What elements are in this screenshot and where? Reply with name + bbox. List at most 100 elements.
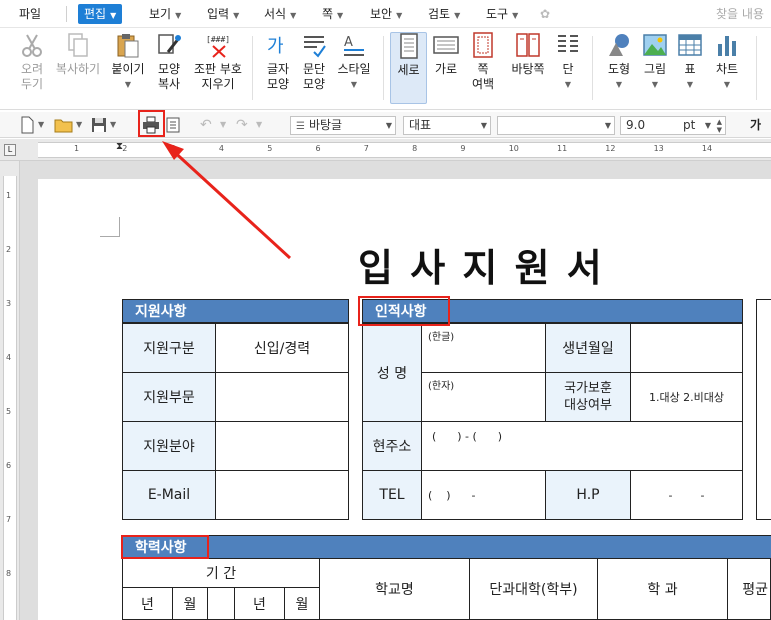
font-face-select[interactable]: 대표 ▼ (403, 116, 491, 135)
portrait-button[interactable]: 세로 (390, 32, 427, 104)
menu-page-label: 쪽 (322, 7, 334, 21)
char-shape-button[interactable]: 가 글자 모양 (262, 32, 294, 92)
chevron-down-icon: ▼ (350, 80, 358, 89)
chevron-down-icon[interactable]: ▼ (220, 116, 228, 134)
apply-field-value[interactable] (215, 421, 349, 471)
chevron-down-icon: ▼ (454, 11, 461, 20)
tab-type-icon[interactable]: L (4, 144, 16, 156)
preview-icon[interactable] (166, 116, 180, 134)
email-label: E-Mail (122, 470, 216, 520)
menu-tools[interactable]: 도구 ▼ (486, 4, 518, 24)
ruler-number: 2 (122, 144, 128, 153)
font-unit-label: pt (683, 118, 696, 132)
apply-field-label: 지원분야 (122, 421, 216, 471)
paragraph-icon (301, 32, 327, 58)
font-name-select[interactable]: ▼ (497, 116, 615, 135)
hp-value[interactable]: - - (630, 470, 743, 520)
ruler-number: 14 (701, 144, 713, 153)
chart-icon (714, 32, 740, 58)
chevron-down-icon[interactable]: ▼ (256, 116, 264, 134)
style-select[interactable]: ☰ 바탕글 ▼ (290, 116, 396, 135)
ruler-number: 5 (267, 144, 273, 153)
horizontal-ruler[interactable]: L ⧗ 1 2 3 4 5 6 7 8 9 10 11 12 13 14 (0, 139, 771, 161)
menu-security[interactable]: 보안 ▼ (370, 4, 402, 24)
photo-box[interactable] (756, 299, 771, 520)
page-margin-button[interactable]: 쪽 여백 (466, 32, 500, 92)
menu-insert[interactable]: 입력 ▼ (207, 4, 239, 24)
tel-label: TEL (362, 470, 422, 520)
search-input[interactable]: 찾을 내용 (716, 5, 764, 22)
master-page-button[interactable]: 바탕쪽 (506, 32, 550, 77)
redo-icon[interactable]: ↷ (236, 116, 254, 134)
chart-label: 차트 (715, 62, 739, 76)
para-shape-button[interactable]: 문단 모양 (298, 32, 330, 92)
columns-label: 단 (562, 62, 574, 76)
print-highlight-box (138, 110, 165, 137)
style-button[interactable]: A 스타일 ▼ (334, 32, 374, 92)
columns-button[interactable]: 단 ▼ (553, 32, 583, 92)
ruler-number: 12 (605, 144, 616, 153)
apply-type-value[interactable]: 신입/경력 (215, 323, 349, 373)
chevron-down-icon[interactable]: ▼ (38, 116, 46, 134)
menu-format[interactable]: 서식 ▼ (264, 4, 296, 24)
menu-file[interactable]: 파일 (19, 4, 41, 24)
email-value[interactable] (215, 470, 349, 520)
chevron-down-icon: ▼ (686, 80, 694, 89)
paste-button[interactable]: 붙이기 ▼ (108, 32, 148, 92)
address-value[interactable]: ( ) - ( ) (421, 421, 743, 471)
birth-value[interactable] (630, 323, 743, 373)
quick-toolbar: ▼ ▼ ▼ ↶ ▼ ↷ ▼ ☰ 바탕글 ▼ 대표 ▼ ▼ 9.0 pt ▼ ▲ ▼ … (0, 112, 771, 138)
ruler-number: 6 (6, 461, 12, 470)
bold-button[interactable]: 가 (750, 116, 768, 134)
veteran-value[interactable]: 1.대상 2.비대상 (630, 372, 743, 422)
landscape-page-icon (433, 32, 459, 58)
undo-icon[interactable]: ↶ (200, 116, 218, 134)
school-label: 학교명 (319, 558, 470, 620)
apply-dept-value[interactable] (215, 372, 349, 422)
ribbon-separator (756, 36, 757, 100)
vertical-ruler[interactable]: 1 2 3 4 5 6 7 8 (0, 161, 20, 620)
chevron-down-icon: ▼ (651, 80, 659, 89)
picture-label: 그림 (643, 62, 667, 76)
menu-edit[interactable]: 편집 ▼ (78, 4, 123, 24)
name-hanja-field[interactable]: (한자) (421, 372, 546, 422)
shape-button[interactable]: 도형 ▼ (602, 32, 636, 92)
apply-dept-label: 지원부문 (122, 372, 216, 422)
menu-page[interactable]: 쪽 ▼ (322, 4, 343, 24)
cut-button[interactable]: 오려 두기 (14, 32, 50, 92)
style-select-value: 바탕글 (308, 118, 343, 132)
font-size-input[interactable]: 9.0 pt ▼ ▲ ▼ (620, 116, 726, 135)
portrait-label: 세로 (397, 63, 420, 77)
landscape-button[interactable]: 가로 (430, 32, 462, 77)
clear-format-button[interactable]: [###] 조판 부호 지우기 (192, 32, 244, 92)
ribbon-separator (383, 36, 384, 100)
para-shape-label: 문단 모양 (302, 62, 326, 91)
table-button[interactable]: 표 ▼ (676, 32, 704, 92)
chevron-down-icon: ▼ (480, 121, 487, 130)
style-icon: A (341, 32, 367, 58)
chevron-down-icon[interactable]: ▼ (110, 116, 118, 134)
gpa-label: 평균 (727, 558, 771, 620)
clear-format-label: 조판 부호 지우기 (194, 62, 242, 91)
start-year-label: 년 (122, 587, 173, 620)
settings-icon[interactable]: ✿ (540, 4, 550, 24)
chart-button[interactable]: 차트 ▼ (710, 32, 744, 92)
char-shape-label: 글자 모양 (266, 62, 290, 91)
clear-format-icon: [###] (205, 32, 231, 58)
picture-button[interactable]: 그림 ▼ (640, 32, 670, 92)
open-folder-icon[interactable] (54, 116, 74, 134)
ruler-number: 1 (74, 144, 80, 153)
format-painter-button[interactable]: 모양 복사 (152, 32, 186, 92)
save-icon[interactable] (90, 116, 108, 134)
new-document-icon[interactable] (18, 116, 36, 134)
name-kor-field[interactable]: (한글) (421, 323, 546, 373)
copy-icon (65, 32, 91, 58)
chevron-down-icon[interactable]: ▼ (76, 116, 84, 134)
svg-text:A: A (344, 35, 353, 50)
copy-button[interactable]: 복사하기 (52, 32, 104, 77)
tel-value[interactable]: ( ) - (421, 470, 546, 520)
menu-review[interactable]: 검토 ▼ (428, 4, 460, 24)
svg-text:[###]: [###] (206, 35, 230, 44)
ribbon-separator (592, 36, 593, 100)
menu-view[interactable]: 보기 ▼ (149, 4, 181, 24)
